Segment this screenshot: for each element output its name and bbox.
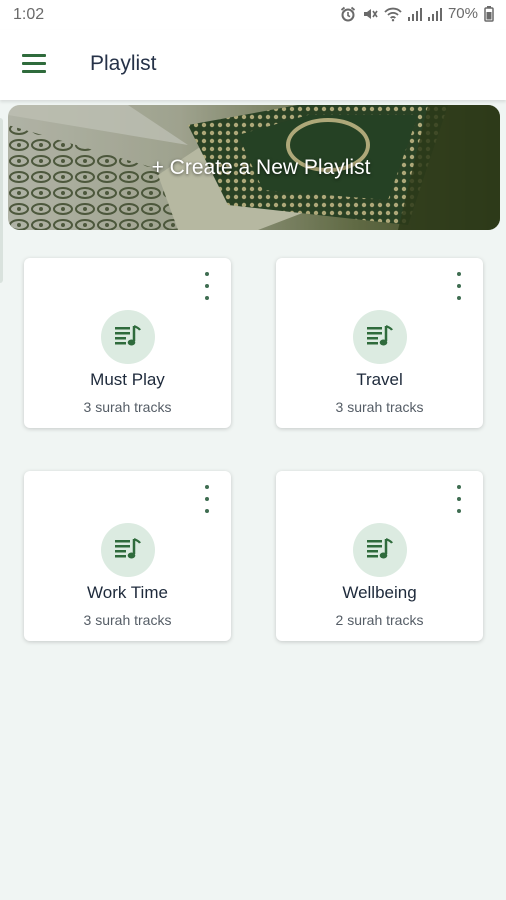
wifi-icon <box>384 7 402 21</box>
signal-icon <box>407 7 422 21</box>
status-time: 1:02 <box>13 6 45 23</box>
page-title: Playlist <box>90 52 157 75</box>
mute-icon <box>363 8 378 19</box>
drawer-edge-handle[interactable] <box>0 118 3 283</box>
more-options-icon[interactable] <box>451 272 467 300</box>
status-icons: 70% <box>340 5 494 22</box>
playlist-card-travel[interactable]: Travel 3 surah tracks <box>276 258 483 428</box>
playlist-music-icon <box>353 310 407 364</box>
status-bar: 1:02 70% <box>0 0 506 30</box>
signal-icon <box>427 7 442 21</box>
playlist-name: Wellbeing <box>342 583 417 602</box>
app-bar: Playlist <box>0 30 506 100</box>
playlist-name: Travel <box>356 370 403 389</box>
playlist-music-icon <box>101 523 155 577</box>
playlist-music-icon <box>353 523 407 577</box>
playlist-name: Work Time <box>87 583 168 602</box>
playlist-track-count: 3 surah tracks <box>335 399 424 415</box>
playlist-name: Must Play <box>90 370 165 389</box>
playlist-music-icon <box>101 310 155 364</box>
more-options-icon[interactable] <box>199 485 215 513</box>
playlist-track-count: 3 surah tracks <box>83 612 172 628</box>
playlist-card-work-time[interactable]: Work Time 3 surah tracks <box>24 471 231 641</box>
create-playlist-label: + Create a New Playlist <box>151 155 371 179</box>
menu-icon[interactable] <box>22 54 48 76</box>
playlist-card-wellbeing[interactable]: Wellbeing 2 surah tracks <box>276 471 483 641</box>
playlist-track-count: 2 surah tracks <box>335 612 424 628</box>
more-options-icon[interactable] <box>451 485 467 513</box>
playlist-card-must-play[interactable]: Must Play 3 surah tracks <box>24 258 231 428</box>
battery-level: 70% <box>447 5 478 22</box>
more-options-icon[interactable] <box>199 272 215 300</box>
create-playlist-banner[interactable]: + Create a New Playlist <box>8 105 500 230</box>
alarm-icon <box>340 6 356 21</box>
playlist-track-count: 3 surah tracks <box>83 399 172 415</box>
battery-icon <box>484 5 494 22</box>
